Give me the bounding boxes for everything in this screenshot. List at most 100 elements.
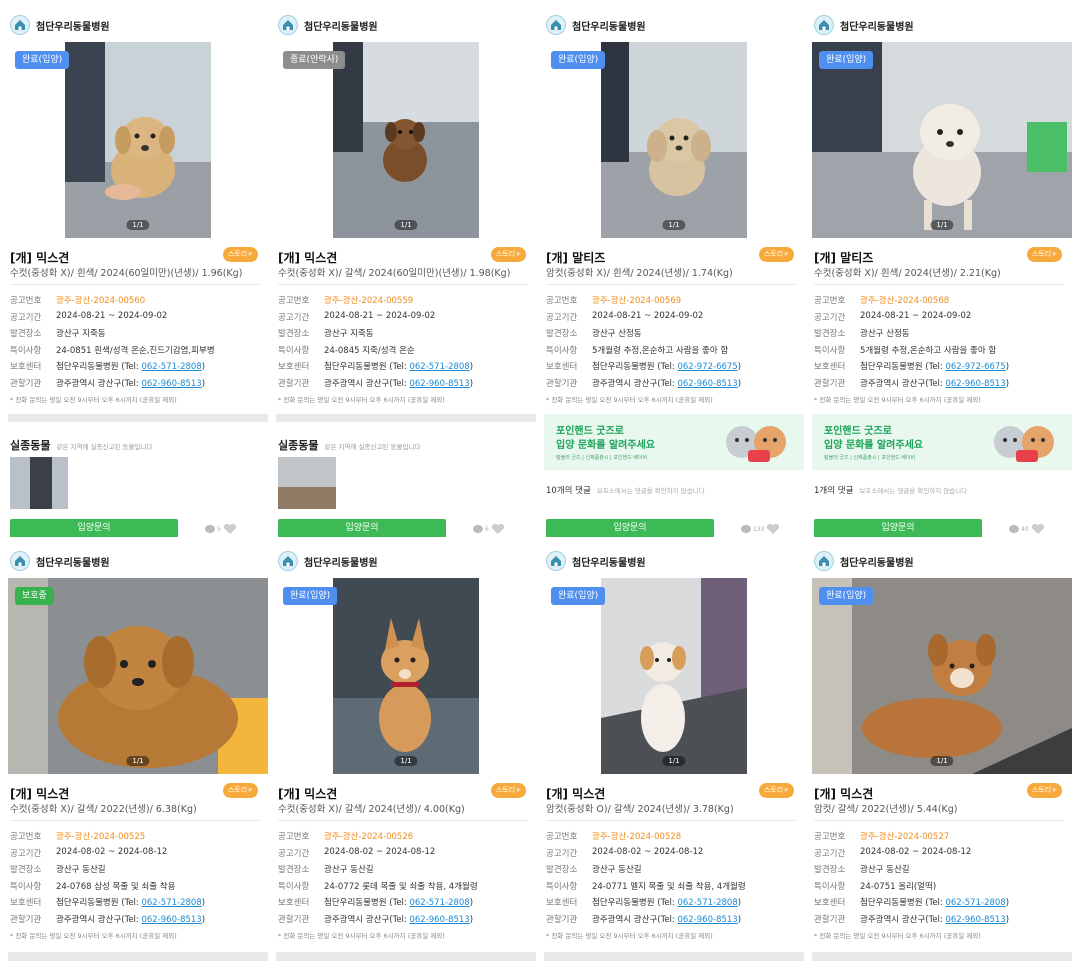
reaction-bar[interactable]: 40 [1009, 524, 1045, 534]
photo-carousel[interactable]: 완료(입양) 1/1 [544, 42, 804, 238]
story-tag[interactable]: 스토리+ [490, 783, 526, 798]
animal-card[interactable]: 첨단우리동물병원 완료(입양) 1/1 [개] 믹스견 스토리+ 수컷(중성화 … [0, 0, 268, 540]
reaction-bar[interactable]: 133 [741, 524, 780, 534]
photo-carousel[interactable]: 완료(입양) 1/1 [276, 578, 536, 774]
label-notice-no: 공고번호 [814, 832, 846, 842]
divider [814, 820, 1064, 821]
story-tag[interactable]: 스토리+ [222, 247, 258, 262]
photo-carousel[interactable]: 완료(입양) 1/1 [8, 42, 268, 238]
view-count: 6 [485, 525, 489, 533]
label-found-place: 발견장소 [10, 865, 42, 875]
missing-animal-thumb[interactable] [10, 457, 68, 509]
animal-photo[interactable] [812, 42, 1072, 238]
animal-photo[interactable] [812, 578, 1072, 774]
photo-carousel[interactable]: 종료(안락사) 1/1 [276, 42, 536, 238]
agency-tel-link[interactable]: 062-960-8513 [945, 379, 1005, 389]
animal-title: [개] 믹스견 [278, 251, 338, 265]
photo-carousel[interactable]: 완료(입양) 1/1 [544, 578, 804, 774]
animal-card[interactable]: 첨단우리동물병원 완료(입양) 1/1 [개] 믹스견 스토리+ 암컷/ 갈색/… [804, 536, 1072, 961]
status-badge: 완료(입양) [15, 51, 70, 69]
center-name: 첨단우리동물병원 (Tel: [56, 898, 142, 908]
agency-tel-link[interactable]: 062-960-8513 [141, 915, 201, 925]
center-tel-link[interactable]: 062-571-2808 [141, 898, 201, 908]
shelter-logo-icon [814, 551, 834, 571]
missing-animal-thumb[interactable] [278, 457, 336, 509]
animal-card[interactable]: 첨단우리동물병원 보호중 1/1 [개] 믹스견 스토리+ 수컷(중성화 X)/… [0, 536, 268, 961]
shelter-name: 첨단우리동물병원 [304, 557, 378, 569]
animal-card[interactable]: 첨단우리동물병원 완료(입양) 1/1 [개] 말티즈 스토리+ 수컷(중성화 … [804, 0, 1072, 540]
missing-section[interactable]: 실종동물 같은 지역에 실종신고된 동물입니다 [278, 434, 420, 509]
page-indicator: 1/1 [930, 220, 954, 230]
story-tag[interactable]: 스토리+ [1026, 247, 1062, 262]
animal-subtitle: 암컷(중성화 O)/ 갈색/ 2024(년생)/ 3.78(Kg) [546, 804, 734, 815]
center: 첨단우리동물병원 (Tel: 062-571-2808) [324, 362, 474, 372]
story-tag[interactable]: 스토리+ [490, 247, 526, 262]
label-center: 보호센터 [546, 362, 578, 372]
reaction-bar[interactable]: 6 [473, 524, 505, 534]
photo-carousel[interactable]: 완료(입양) 1/1 [812, 42, 1072, 238]
reaction-bar[interactable]: 5 [205, 524, 237, 534]
label-notice-no: 공고번호 [10, 832, 42, 842]
agency: 광주광역시 광산구(Tel: 062-960-8513) [592, 914, 742, 925]
page-indicator: 1/1 [394, 220, 418, 230]
story-tag[interactable]: 스토리+ [222, 783, 258, 798]
photo-carousel[interactable]: 보호중 1/1 [8, 578, 268, 774]
section-divider [276, 414, 536, 422]
animal-card[interactable]: 첨단우리동물병원 완료(입양) 1/1 [개] 말티즈 스토리+ 암컷(중성화 … [536, 0, 804, 540]
section-divider [8, 952, 268, 961]
phone-note: * 전화 문의는 평일 오전 9시부터 오후 6시까지 (공휴일 제외) [10, 932, 177, 940]
special-notes: 24-0768 삼성 목줄 및 쇠줄 착용 [56, 881, 176, 892]
notice-no: 광주-광산-2024-00527 [860, 832, 950, 842]
comment-summary[interactable]: 10개의 댓글 보호소에서는 댓글을 확인하지 않습니다 [546, 484, 705, 496]
label-center: 보호센터 [814, 362, 846, 372]
notice-period: 2024-08-02 ~ 2024-08-12 [324, 846, 436, 857]
adopt-inquiry-button[interactable]: 입양문의 [10, 519, 178, 537]
center-tel-link[interactable]: 062-571-2808 [945, 898, 1005, 908]
agency-tel-link[interactable]: 062-960-8513 [677, 379, 737, 389]
ad-banner[interactable]: 포인핸드 굿즈로 입양 문화를 알려주세요 텀블러 굿즈 | 신제품출시 | 포… [812, 414, 1072, 470]
animal-photo[interactable] [333, 42, 479, 238]
label-center: 보호센터 [10, 898, 42, 908]
animal-photo[interactable] [601, 578, 747, 774]
label-special: 특이사항 [814, 881, 846, 892]
phone-note: * 전화 문의는 평일 오전 9시부터 오후 6시까지 (공휴일 제외) [10, 396, 177, 404]
animal-photo[interactable] [65, 42, 211, 238]
status-badge: 완료(입양) [283, 587, 338, 605]
agency-tel-link[interactable]: 062-960-8513 [409, 915, 469, 925]
center-tel-link[interactable]: 062-972-6675 [945, 362, 1005, 372]
animal-photo[interactable] [601, 42, 747, 238]
animal-subtitle: 수컷(중성화 X)/ 갈색/ 2024(60일미만)(년생)/ 1.98(Kg) [278, 268, 511, 279]
label-agency: 관할기관 [814, 378, 846, 389]
agency-tel-link[interactable]: 062-960-8513 [945, 915, 1005, 925]
phone-note: * 전화 문의는 평일 오전 9시부터 오후 6시까지 (공휴일 제외) [546, 932, 713, 940]
story-tag[interactable]: 스토리+ [758, 247, 794, 262]
adopt-inquiry-button[interactable]: 입양문의 [814, 519, 982, 537]
agency-tel-link[interactable]: 062-960-8513 [409, 379, 469, 389]
center-tel-link[interactable]: 062-571-2808 [409, 898, 469, 908]
center-tel-link[interactable]: 062-571-2808 [409, 362, 469, 372]
shelter-logo-icon [278, 551, 298, 571]
agency-tel-link[interactable]: 062-960-8513 [141, 379, 201, 389]
agency-tel-link[interactable]: 062-960-8513 [677, 915, 737, 925]
missing-section[interactable]: 실종동물 같은 지역에 실종신고된 동물입니다 [10, 434, 152, 509]
notice-no: 광주-광산-2024-00560 [56, 296, 146, 306]
section-divider [8, 414, 268, 422]
photo-carousel[interactable]: 완료(입양) 1/1 [812, 578, 1072, 774]
animal-card[interactable]: 첨단우리동물병원 완료(입양) 1/1 [개] 믹스견 스토리+ 암컷(중성화 … [536, 536, 804, 961]
label-agency: 관할기관 [546, 914, 578, 925]
comment-desc: 보호소에서는 댓글을 확인하지 않습니다 [596, 487, 705, 495]
center-tel-link[interactable]: 062-571-2808 [677, 898, 737, 908]
center-tel-link[interactable]: 062-972-6675 [677, 362, 737, 372]
adopt-inquiry-button[interactable]: 입양문의 [546, 519, 714, 537]
comment-summary[interactable]: 1개의 댓글 보호소에서는 댓글을 확인하지 않습니다 [814, 484, 967, 496]
center-tel-link[interactable]: 062-571-2808 [141, 362, 201, 372]
animal-card[interactable]: 첨단우리동물병원 종료(안락사) 1/1 [개] 믹스견 스토리+ 수컷(중성화… [268, 0, 536, 540]
animal-card[interactable]: 첨단우리동물병원 완료(입양) 1/1 [개] 믹스견 스토리+ 수컷(중성화 … [268, 536, 536, 961]
phone-note: * 전화 문의는 평일 오전 9시부터 오후 6시까지 (공휴일 제외) [278, 396, 445, 404]
ad-banner[interactable]: 포인핸드 굿즈로 입양 문화를 알려주세요 텀블러 굿즈 | 신제품출시 | 포… [544, 414, 804, 470]
animal-photo[interactable] [8, 578, 268, 774]
animal-photo[interactable] [333, 578, 479, 774]
story-tag[interactable]: 스토리+ [1026, 783, 1062, 798]
story-tag[interactable]: 스토리+ [758, 783, 794, 798]
adopt-inquiry-button[interactable]: 입양문의 [278, 519, 446, 537]
